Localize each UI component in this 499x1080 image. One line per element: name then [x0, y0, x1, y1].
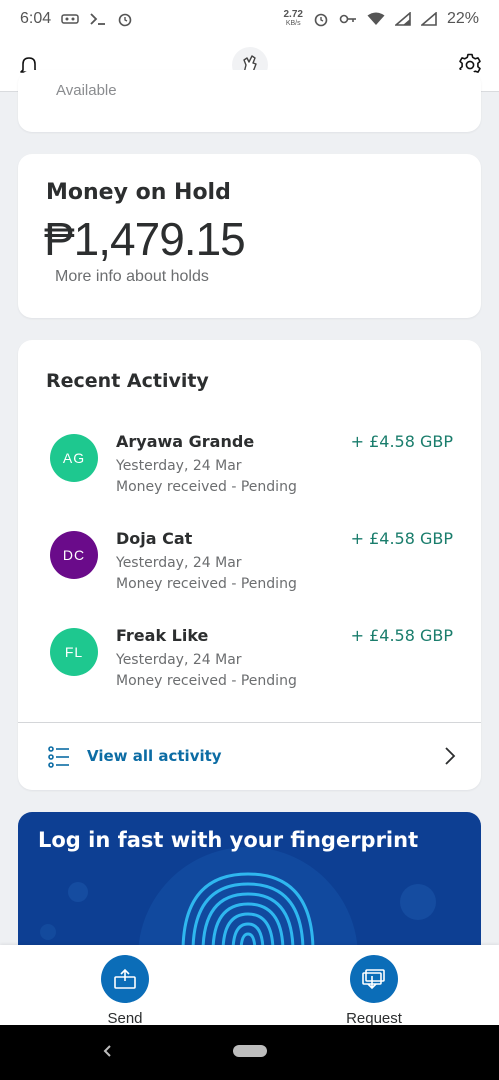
signal-icon	[394, 12, 411, 26]
wifi-icon	[367, 12, 385, 26]
avatar-initials: AG	[62, 450, 86, 466]
status-time: 6:04	[20, 10, 52, 27]
recent-activity-title: Recent Activity	[46, 370, 209, 392]
activity-date: Yesterday, 24 Mar	[116, 652, 242, 668]
recent-activity-card: Recent Activity AG Aryawa Grande Yesterd…	[18, 340, 481, 790]
money-on-hold-card: Money on Hold ₱1,479.15 More info about …	[18, 154, 481, 318]
avatar-initials: FL	[64, 644, 84, 660]
chevron-right-icon	[445, 747, 456, 765]
alarm-icon	[117, 11, 133, 27]
balance-card[interactable]: Available	[18, 70, 481, 132]
list-icon	[48, 746, 69, 768]
avatar: DC	[50, 531, 98, 579]
activity-item[interactable]: FL Freak Like Yesterday, 24 Mar Money re…	[18, 626, 481, 706]
activity-status: Money received - Pending	[116, 576, 297, 592]
system-nav-bar	[0, 1025, 499, 1080]
divider	[18, 722, 481, 723]
back-icon[interactable]	[100, 1041, 116, 1061]
request-button[interactable]: Request	[319, 955, 429, 1027]
signal-2-icon	[420, 12, 437, 26]
avatar: FL	[50, 628, 98, 676]
activity-amount: + £4.58 GBP	[350, 626, 453, 645]
activity-amount: + £4.58 GBP	[350, 432, 453, 451]
battery-percent: 22%	[446, 10, 479, 27]
activity-amount: + £4.58 GBP	[350, 529, 453, 548]
terminal-icon	[89, 12, 107, 26]
available-label: Available	[56, 82, 117, 99]
view-all-activity-label: View all activity	[87, 747, 222, 765]
activity-item[interactable]: DC Doja Cat Yesterday, 24 Mar Money rece…	[18, 529, 481, 609]
activity-date: Yesterday, 24 Mar	[116, 458, 242, 474]
network-speed: 2.72 KB/s	[284, 10, 303, 28]
fingerprint-promo-banner[interactable]: Log in fast with your fingerprint	[18, 812, 481, 952]
activity-status: Money received - Pending	[116, 479, 297, 495]
holds-info-link[interactable]: More info about holds	[55, 268, 209, 286]
activity-name: Freak Like	[116, 626, 209, 645]
network-speed-unit: KB/s	[285, 20, 301, 27]
activity-status: Money received - Pending	[116, 673, 297, 689]
send-money-icon	[114, 968, 136, 989]
view-all-activity-button[interactable]: View all activity	[18, 724, 481, 790]
activity-date: Yesterday, 24 Mar	[116, 555, 242, 571]
bottom-navigation: Send Request	[0, 945, 499, 1027]
request-money-icon	[362, 969, 385, 990]
activity-name: Aryawa Grande	[116, 432, 255, 451]
avatar-initials: DC	[62, 547, 86, 563]
status-bar: 6:04 2.72 KB/s 22%	[0, 0, 499, 38]
money-on-hold-amount: ₱1,479.15	[44, 213, 246, 265]
send-button[interactable]: Send	[70, 955, 180, 1027]
alarm-status-icon	[313, 11, 329, 27]
vpn-key-icon	[339, 13, 357, 25]
home-pill[interactable]	[233, 1045, 267, 1057]
send-circle	[101, 955, 149, 1003]
activity-name: Doja Cat	[116, 529, 193, 548]
avatar: AG	[50, 434, 98, 482]
promo-title: Log in fast with your fingerprint	[38, 828, 419, 852]
activity-item[interactable]: AG Aryawa Grande Yesterday, 24 Mar Money…	[18, 432, 481, 512]
voicemail-icon	[61, 13, 79, 25]
money-on-hold-title: Money on Hold	[46, 180, 231, 205]
request-circle	[350, 955, 398, 1003]
